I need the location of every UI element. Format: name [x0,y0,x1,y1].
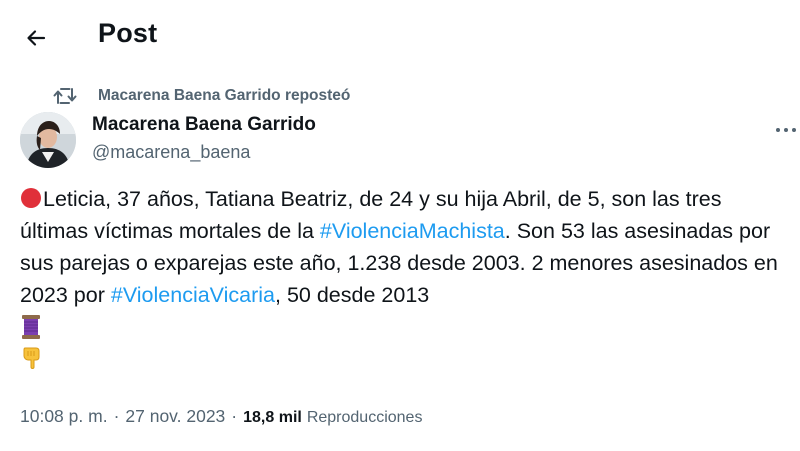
red-circle-emoji [21,188,41,208]
hashtag-violencia-machista[interactable]: #ViolenciaMachista [320,219,505,243]
avatar[interactable] [20,112,76,168]
post-text-part-3: , 50 desde 2013 [275,283,430,307]
post-meta: 10:08 p. m. · 27 nov. 2023 · 18,8 mil Re… [20,406,422,427]
author-handle[interactable]: @macarena_baena [92,142,250,163]
repost-indicator[interactable]: Macarena Baena Garrido reposteó [52,84,350,108]
page-title: Post [98,18,158,48]
more-horizontal-icon [776,128,796,132]
hashtag-violencia-vicaria[interactable]: #ViolenciaVicaria [111,283,275,307]
back-button[interactable] [18,20,54,56]
meta-separator: · [231,406,238,426]
more-options-button[interactable] [772,120,800,140]
post-time[interactable]: 10:08 p. m. [20,406,108,427]
views-label: Reproducciones [306,409,423,426]
author-name[interactable]: Macarena Baena Garrido [92,114,316,136]
repost-label[interactable]: Macarena Baena Garrido reposteó [98,87,350,105]
views-count[interactable]: 18,8 mil [243,409,302,427]
post-header: Post [0,0,800,72]
post-text: Leticia, 37 años, Tatiana Beatriz, de 24… [20,183,790,375]
spool-of-thread-emoji [22,315,40,339]
arrow-left-icon [27,30,46,46]
avatar-photo [20,112,76,168]
meta-separator: · [113,406,120,426]
post-date[interactable]: 27 nov. 2023 [125,406,225,427]
pointing-down-emoji [23,347,40,369]
repost-icon [52,85,78,107]
